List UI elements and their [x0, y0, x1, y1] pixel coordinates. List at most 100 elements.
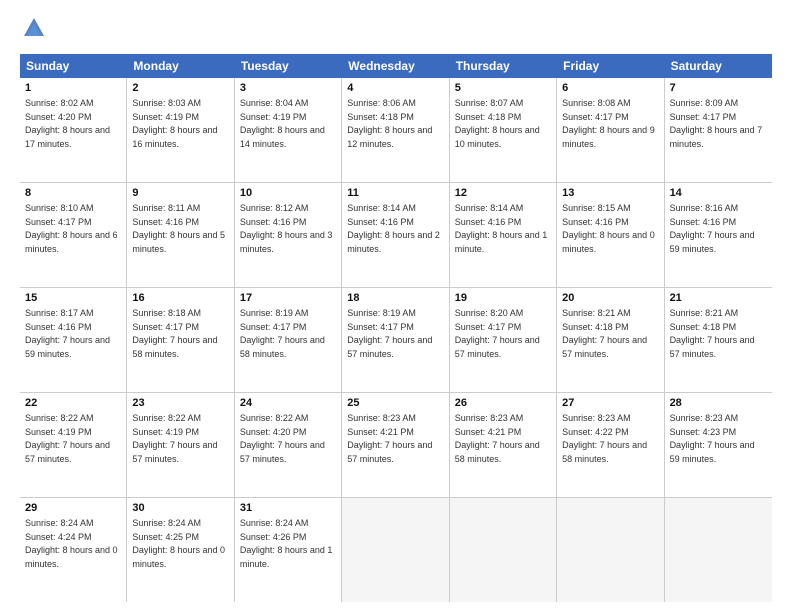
empty-cell — [665, 498, 772, 602]
day-info: Sunrise: 8:07 AM Sunset: 4:18 PM Dayligh… — [455, 98, 540, 149]
day-number: 2 — [132, 81, 228, 96]
day-cell-11: 11 Sunrise: 8:14 AM Sunset: 4:16 PM Dayli… — [342, 183, 449, 287]
day-info: Sunrise: 8:14 AM Sunset: 4:16 PM Dayligh… — [347, 203, 440, 254]
calendar-week-1: 1Sunrise: 8:02 AM Sunset: 4:20 PM Daylig… — [20, 78, 772, 183]
day-info: Sunrise: 8:19 AM Sunset: 4:17 PM Dayligh… — [347, 308, 432, 359]
day-info: Sunrise: 8:23 AM Sunset: 4:22 PM Dayligh… — [562, 413, 647, 464]
day-info: Sunrise: 8:23 AM Sunset: 4:21 PM Dayligh… — [347, 413, 432, 464]
day-header-sunday: Sunday — [20, 54, 127, 78]
day-cell-2: 2 Sunrise: 8:03 AM Sunset: 4:19 PM Daylig… — [127, 78, 234, 182]
day-number: 5 — [455, 81, 551, 96]
day-cell-26: 26Sunrise: 8:23 AM Sunset: 4:21 PM Dayli… — [450, 393, 557, 497]
day-number: 20 — [562, 291, 658, 306]
day-cell-25: 25 Sunrise: 8:23 AM Sunset: 4:21 PM Dayli… — [342, 393, 449, 497]
day-cell-19: 19Sunrise: 8:20 AM Sunset: 4:17 PM Dayli… — [450, 288, 557, 392]
day-cell-9: 9 Sunrise: 8:11 AM Sunset: 4:16 PM Daylig… — [127, 183, 234, 287]
day-number: 16 — [132, 291, 228, 306]
day-number: 3 — [240, 81, 336, 96]
day-cell-24: 24 Sunrise: 8:22 AM Sunset: 4:20 PM Dayli… — [235, 393, 342, 497]
day-cell-31: 31Sunrise: 8:24 AM Sunset: 4:26 PM Dayli… — [235, 498, 342, 602]
day-number: 14 — [670, 186, 767, 201]
day-cell-13: 13 Sunrise: 8:15 AM Sunset: 4:16 PM Dayli… — [557, 183, 664, 287]
day-header-friday: Friday — [557, 54, 664, 78]
day-number: 7 — [670, 81, 767, 96]
calendar-header: SundayMondayTuesdayWednesdayThursdayFrid… — [20, 54, 772, 78]
day-number: 11 — [347, 186, 443, 201]
day-cell-22: 22 Sunrise: 8:22 AM Sunset: 4:19 PM Dayli… — [20, 393, 127, 497]
day-number: 6 — [562, 81, 658, 96]
day-header-wednesday: Wednesday — [342, 54, 449, 78]
day-cell-28: 28 Sunrise: 8:23 AM Sunset: 4:23 PM Dayli… — [665, 393, 772, 497]
day-number: 13 — [562, 186, 658, 201]
day-number: 27 — [562, 396, 658, 411]
day-info: Sunrise: 8:11 AM Sunset: 4:16 PM Dayligh… — [132, 203, 225, 254]
day-cell-16: 16 Sunrise: 8:18 AM Sunset: 4:17 PM Dayli… — [127, 288, 234, 392]
day-cell-3: 3 Sunrise: 8:04 AM Sunset: 4:19 PM Daylig… — [235, 78, 342, 182]
day-info: Sunrise: 8:12 AM Sunset: 4:16 PM Dayligh… — [240, 203, 333, 254]
day-cell-1: 1Sunrise: 8:02 AM Sunset: 4:20 PM Daylig… — [20, 78, 127, 182]
day-cell-4: 4 Sunrise: 8:06 AM Sunset: 4:18 PM Daylig… — [342, 78, 449, 182]
day-cell-8: 8Sunrise: 8:10 AM Sunset: 4:17 PM Daylig… — [20, 183, 127, 287]
calendar-week-2: 8Sunrise: 8:10 AM Sunset: 4:17 PM Daylig… — [20, 183, 772, 288]
day-info: Sunrise: 8:21 AM Sunset: 4:18 PM Dayligh… — [670, 308, 755, 359]
day-info: Sunrise: 8:22 AM Sunset: 4:20 PM Dayligh… — [240, 413, 325, 464]
day-info: Sunrise: 8:04 AM Sunset: 4:19 PM Dayligh… — [240, 98, 325, 149]
calendar-week-5: 29Sunrise: 8:24 AM Sunset: 4:24 PM Dayli… — [20, 498, 772, 602]
day-cell-21: 21 Sunrise: 8:21 AM Sunset: 4:18 PM Dayli… — [665, 288, 772, 392]
day-info: Sunrise: 8:23 AM Sunset: 4:23 PM Dayligh… — [670, 413, 755, 464]
day-number: 1 — [25, 81, 121, 96]
day-number: 8 — [25, 186, 121, 201]
day-cell-15: 15 Sunrise: 8:17 AM Sunset: 4:16 PM Dayli… — [20, 288, 127, 392]
day-number: 26 — [455, 396, 551, 411]
day-number: 30 — [132, 501, 228, 516]
day-info: Sunrise: 8:24 AM Sunset: 4:26 PM Dayligh… — [240, 518, 333, 569]
day-info: Sunrise: 8:03 AM Sunset: 4:19 PM Dayligh… — [132, 98, 217, 149]
day-number: 28 — [670, 396, 767, 411]
day-number: 9 — [132, 186, 228, 201]
day-number: 18 — [347, 291, 443, 306]
logo-icon — [20, 16, 48, 44]
empty-cell — [342, 498, 449, 602]
calendar-week-4: 22 Sunrise: 8:22 AM Sunset: 4:19 PM Dayli… — [20, 393, 772, 498]
day-cell-12: 12 Sunrise: 8:14 AM Sunset: 4:16 PM Dayli… — [450, 183, 557, 287]
empty-cell — [450, 498, 557, 602]
day-cell-10: 10 Sunrise: 8:12 AM Sunset: 4:16 PM Dayli… — [235, 183, 342, 287]
day-info: Sunrise: 8:09 AM Sunset: 4:17 PM Dayligh… — [670, 98, 763, 149]
day-number: 12 — [455, 186, 551, 201]
calendar-week-3: 15 Sunrise: 8:17 AM Sunset: 4:16 PM Dayli… — [20, 288, 772, 393]
calendar-body: 1Sunrise: 8:02 AM Sunset: 4:20 PM Daylig… — [20, 78, 772, 602]
day-cell-5: 5 Sunrise: 8:07 AM Sunset: 4:18 PM Daylig… — [450, 78, 557, 182]
day-number: 22 — [25, 396, 121, 411]
day-info: Sunrise: 8:22 AM Sunset: 4:19 PM Dayligh… — [132, 413, 217, 464]
day-header-thursday: Thursday — [450, 54, 557, 78]
empty-cell — [557, 498, 664, 602]
logo — [20, 16, 52, 44]
day-cell-6: 6Sunrise: 8:08 AM Sunset: 4:17 PM Daylig… — [557, 78, 664, 182]
day-info: Sunrise: 8:17 AM Sunset: 4:16 PM Dayligh… — [25, 308, 110, 359]
day-info: Sunrise: 8:18 AM Sunset: 4:17 PM Dayligh… — [132, 308, 217, 359]
day-header-saturday: Saturday — [665, 54, 772, 78]
day-header-tuesday: Tuesday — [235, 54, 342, 78]
day-header-monday: Monday — [127, 54, 234, 78]
day-number: 29 — [25, 501, 121, 516]
day-number: 23 — [132, 396, 228, 411]
day-number: 24 — [240, 396, 336, 411]
day-number: 10 — [240, 186, 336, 201]
day-info: Sunrise: 8:21 AM Sunset: 4:18 PM Dayligh… — [562, 308, 647, 359]
header — [20, 16, 772, 44]
day-number: 21 — [670, 291, 767, 306]
day-cell-20: 20 Sunrise: 8:21 AM Sunset: 4:18 PM Dayli… — [557, 288, 664, 392]
day-number: 15 — [25, 291, 121, 306]
day-cell-17: 17Sunrise: 8:19 AM Sunset: 4:17 PM Dayli… — [235, 288, 342, 392]
day-info: Sunrise: 8:14 AM Sunset: 4:16 PM Dayligh… — [455, 203, 548, 254]
day-cell-27: 27 Sunrise: 8:23 AM Sunset: 4:22 PM Dayli… — [557, 393, 664, 497]
day-info: Sunrise: 8:15 AM Sunset: 4:16 PM Dayligh… — [562, 203, 655, 254]
day-info: Sunrise: 8:22 AM Sunset: 4:19 PM Dayligh… — [25, 413, 110, 464]
day-number: 4 — [347, 81, 443, 96]
day-info: Sunrise: 8:16 AM Sunset: 4:16 PM Dayligh… — [670, 203, 755, 254]
page: SundayMondayTuesdayWednesdayThursdayFrid… — [0, 0, 792, 612]
calendar: SundayMondayTuesdayWednesdayThursdayFrid… — [20, 54, 772, 602]
day-info: Sunrise: 8:06 AM Sunset: 4:18 PM Dayligh… — [347, 98, 432, 149]
day-number: 25 — [347, 396, 443, 411]
day-info: Sunrise: 8:24 AM Sunset: 4:25 PM Dayligh… — [132, 518, 225, 569]
